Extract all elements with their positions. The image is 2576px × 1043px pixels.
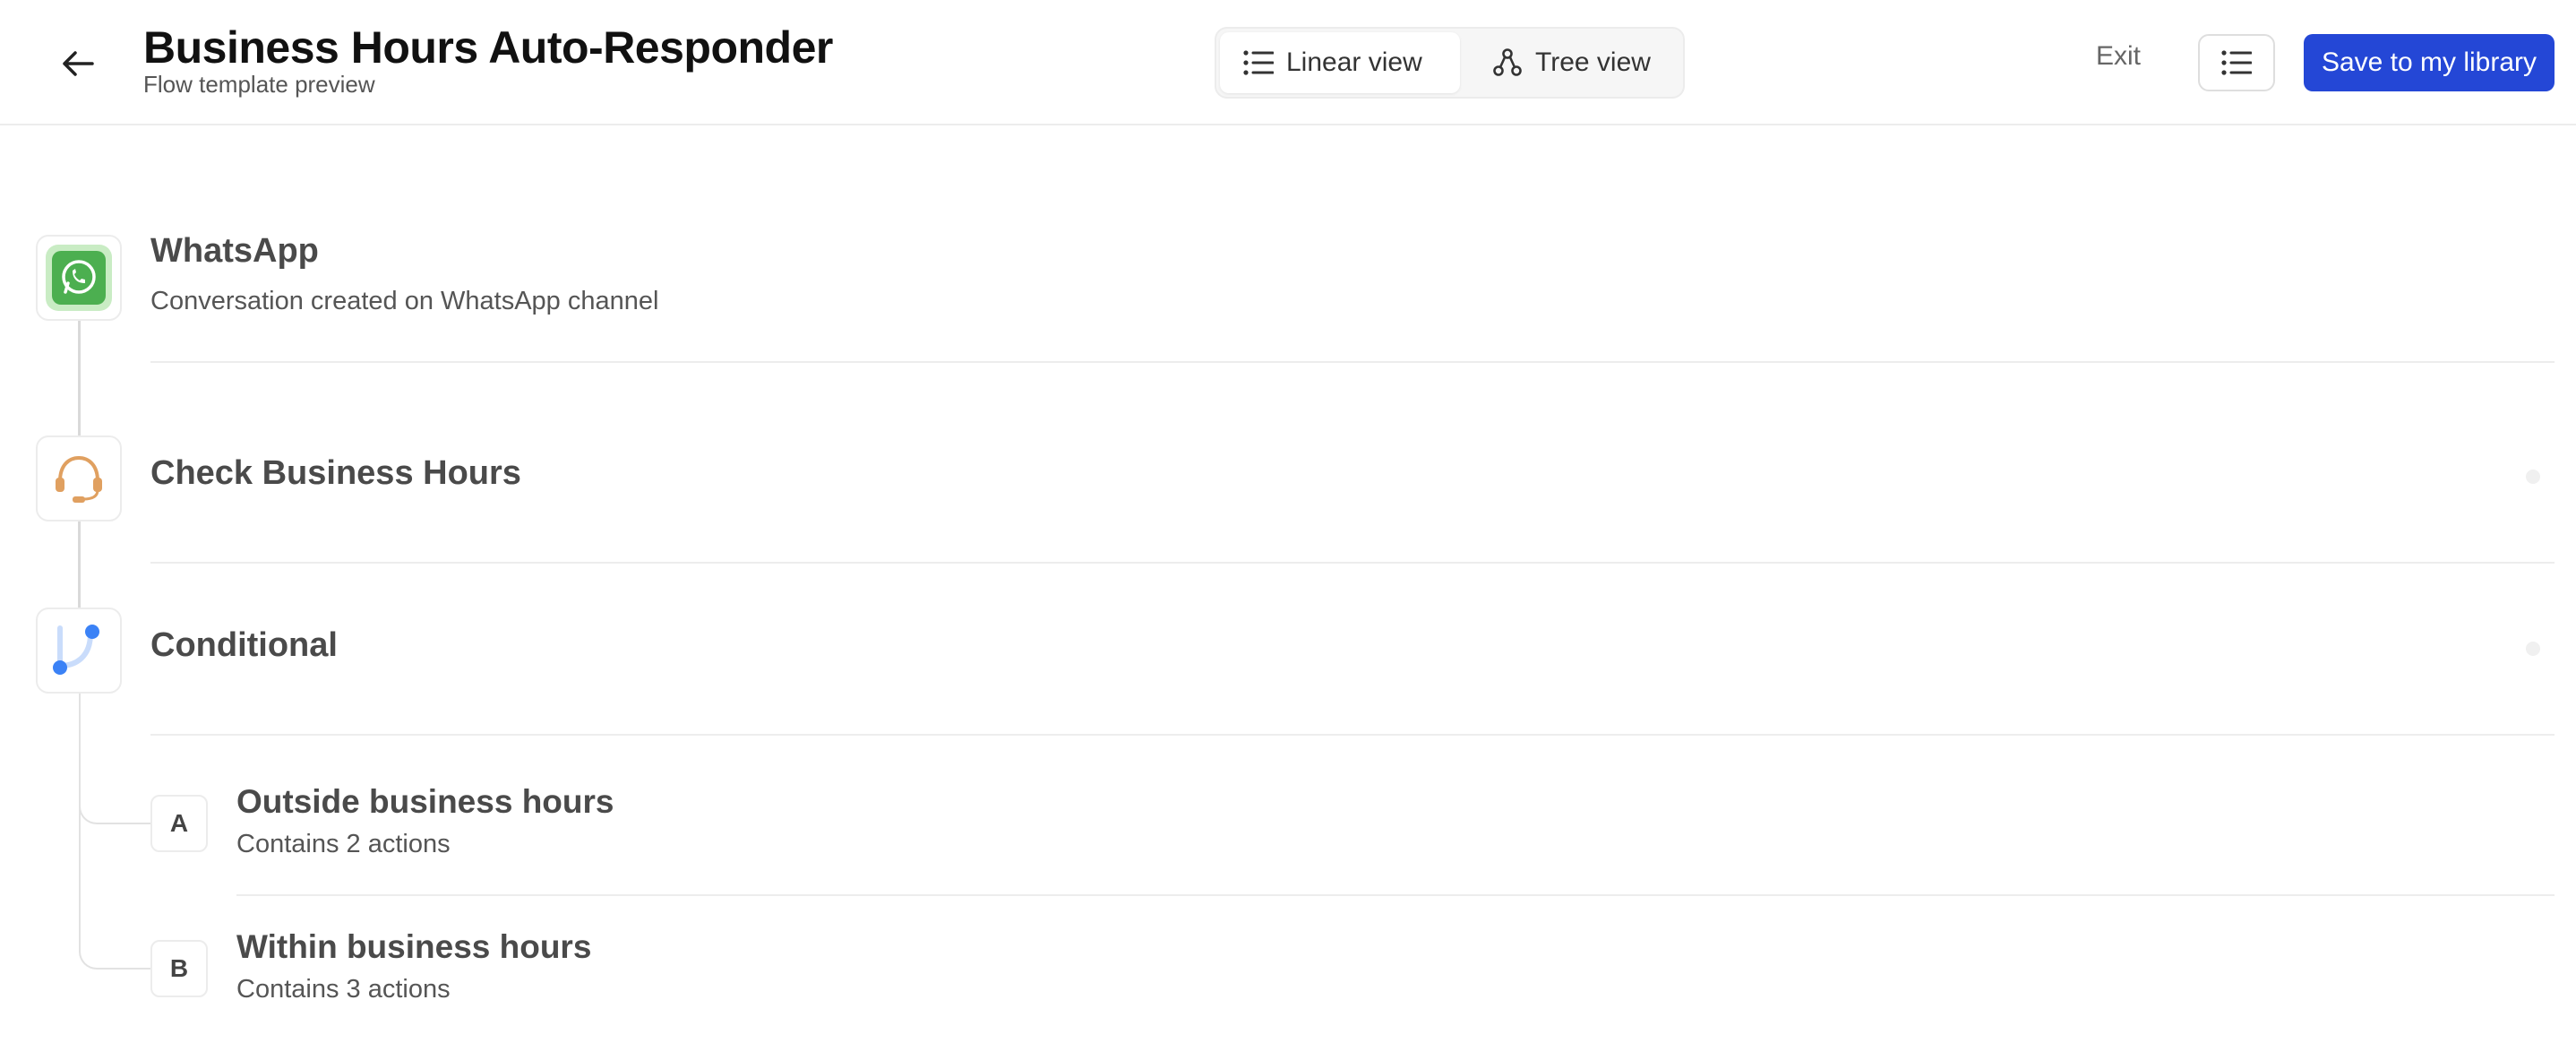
arrow-left-icon — [63, 51, 94, 76]
business-hours-step-title[interactable]: Check Business Hours — [150, 454, 521, 493]
tree-view-button[interactable]: Tree view — [1469, 32, 1679, 93]
branch-b-badge: B — [150, 940, 208, 997]
step-status-dot — [2526, 642, 2540, 656]
branch-connector — [79, 806, 150, 970]
list-icon — [1243, 50, 1274, 75]
whatsapp-step-title[interactable]: WhatsApp — [150, 232, 319, 271]
page-subtitle: Flow template preview — [143, 71, 375, 98]
linear-view-button[interactable]: Linear view — [1220, 32, 1460, 93]
back-button[interactable] — [56, 41, 100, 86]
branch-connector — [79, 694, 150, 824]
view-toggle: Linear view Tree view — [1215, 27, 1685, 99]
list-icon — [2221, 50, 2252, 75]
branch-a-title[interactable]: Outside business hours — [236, 783, 614, 821]
linear-view-label: Linear view — [1286, 47, 1422, 77]
divider — [150, 734, 2555, 736]
conditional-step-title[interactable]: Conditional — [150, 626, 338, 665]
whatsapp-step-description: Conversation created on WhatsApp channel — [150, 287, 659, 315]
tree-view-label: Tree view — [1535, 47, 1651, 77]
outline-menu-button[interactable] — [2198, 34, 2275, 91]
whatsapp-icon — [46, 245, 112, 311]
save-to-library-button[interactable]: Save to my library — [2304, 34, 2555, 91]
branch-b-description: Contains 3 actions — [236, 975, 451, 1004]
branch-icon — [53, 625, 99, 675]
top-bar: Business Hours Auto-Responder Flow templ… — [0, 0, 2576, 125]
whatsapp-step-icon — [36, 235, 122, 321]
divider — [150, 361, 2555, 363]
business-hours-step-icon — [36, 435, 122, 522]
divider — [150, 562, 2555, 564]
tree-icon — [1493, 48, 1522, 76]
step-status-dot — [2526, 470, 2540, 484]
branch-b-title[interactable]: Within business hours — [236, 928, 591, 966]
divider — [236, 894, 2555, 896]
branch-a-badge: A — [150, 795, 208, 852]
page-title: Business Hours Auto-Responder — [143, 22, 833, 73]
branch-a-description: Contains 2 actions — [236, 830, 451, 858]
flow-connector — [78, 522, 81, 608]
flow-connector — [78, 321, 81, 437]
conditional-step-icon — [36, 608, 122, 694]
exit-button[interactable]: Exit — [2096, 41, 2141, 72]
headset-icon — [56, 455, 102, 503]
